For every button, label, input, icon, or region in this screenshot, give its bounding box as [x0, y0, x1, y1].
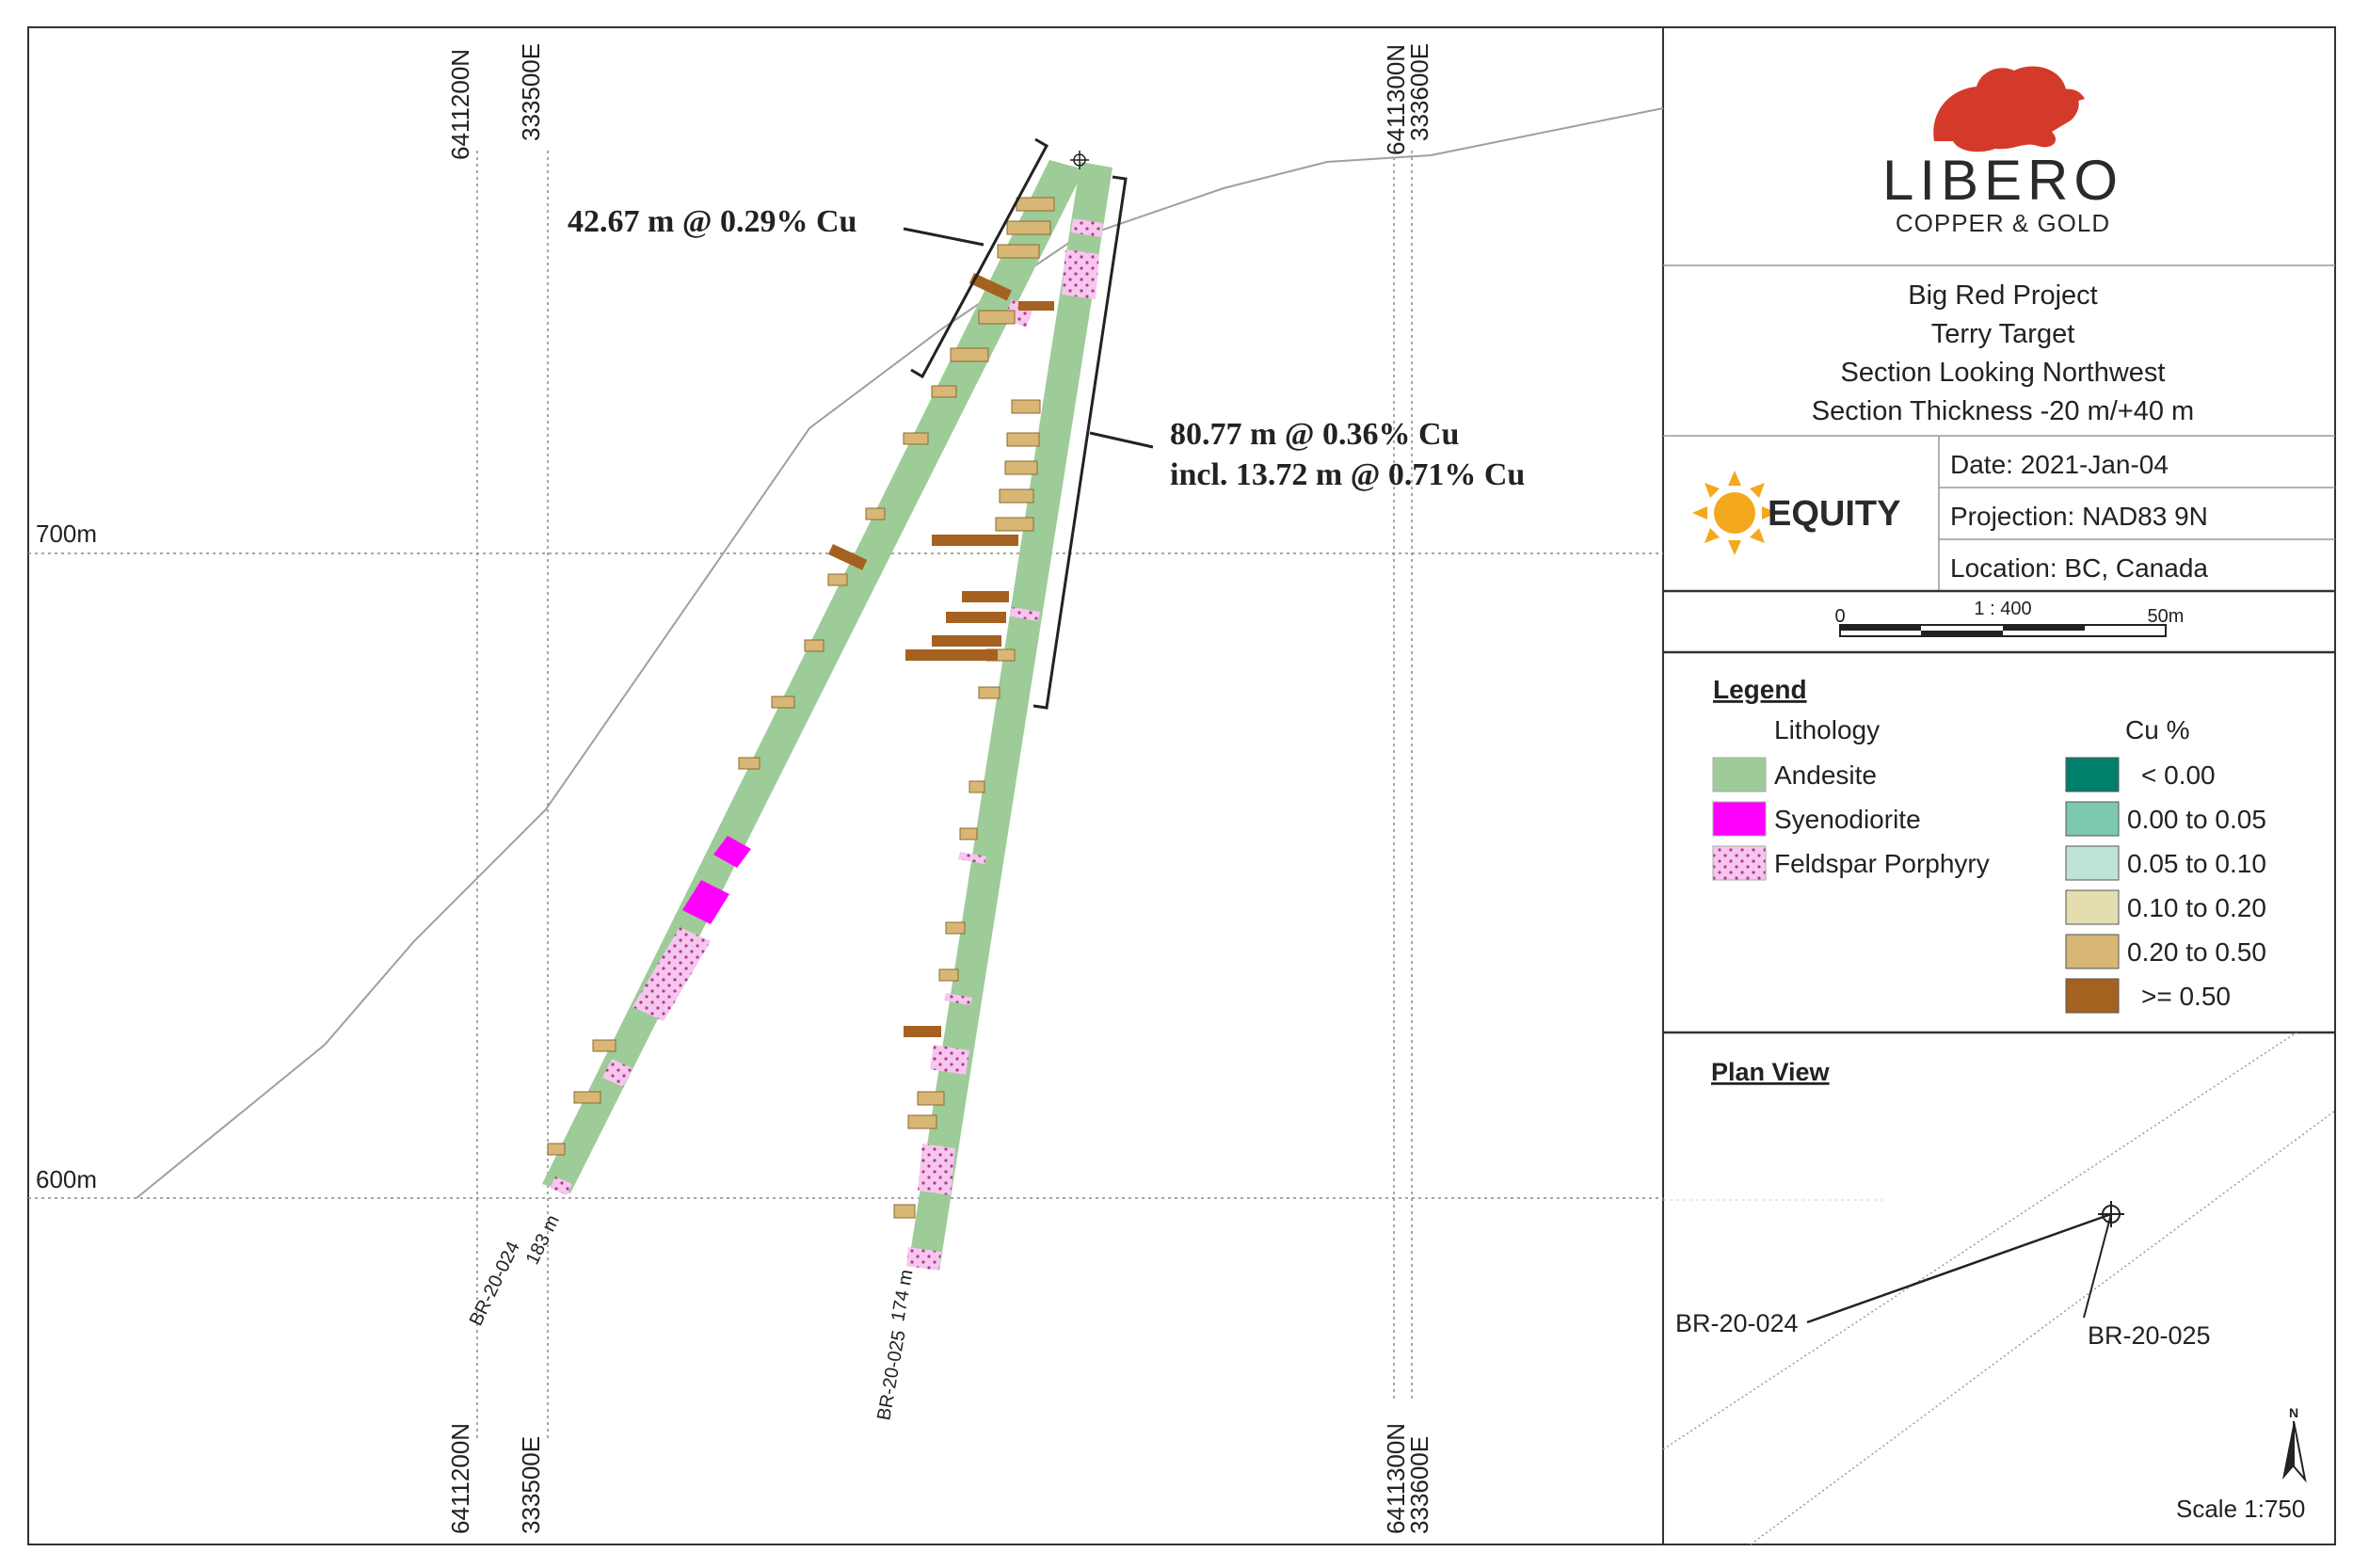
- legend-swatch-cu-0-005: [2065, 801, 2120, 837]
- legend-swatch-cu-010-020: [2065, 889, 2120, 925]
- section-view: Section Looking Northwest: [1841, 358, 2166, 388]
- br024-depth-label: 183 m: [522, 1212, 564, 1269]
- legend-swatch-feldspar-porphyry: [1712, 845, 1767, 881]
- plan-label-br-20-025: BR-20-025: [2088, 1321, 2211, 1350]
- legend-swatch-cu-005-010: [2065, 845, 2120, 881]
- scale-bar-start: 0: [1834, 606, 1845, 627]
- grid-lines: [28, 151, 1663, 1440]
- side-panel: LIBERO COPPER & GOLD Big Red Project Ter…: [1662, 66, 2336, 1545]
- plan-view: Plan View BR-20-024 BR-20-025 N Scale 1:…: [1662, 1032, 2336, 1545]
- scale-bar: 0 1 : 400 50m: [1834, 599, 2185, 637]
- map-frame: [27, 26, 2336, 1545]
- br024-hole-label: BR-20-024: [466, 1239, 524, 1330]
- section-panel: 6411200N 333500E 6411300N 333600E 641120…: [28, 43, 1664, 1534]
- lion-icon: [1933, 66, 2085, 152]
- lower-intercept-label-line1: 80.77 m @ 0.36% Cu: [1170, 417, 1459, 452]
- legend-label-cu-020-050: 0.20 to 0.50: [2127, 937, 2266, 967]
- grid-label-333600e-top: 333600E: [1405, 43, 1433, 141]
- lower-intercept-leader: [1089, 431, 1154, 449]
- map-location: Location: BC, Canada: [1950, 553, 2208, 583]
- map-date: Date: 2021-Jan-04: [1950, 450, 2169, 479]
- map-projection: Projection: NAD83 9N: [1950, 502, 2208, 531]
- lower-intercept-label-line2: incl. 13.72 m @ 0.71% Cu: [1170, 457, 1525, 492]
- plan-view-scale: Scale 1:750: [2176, 1495, 2305, 1523]
- legend-swatch-cu-020-050: [2065, 934, 2120, 969]
- upper-intercept-leader: [903, 227, 984, 247]
- scale-bar-ratio: 1 : 400: [1974, 599, 2031, 619]
- company-tagline: COPPER & GOLD: [1896, 209, 2110, 237]
- elevation-label-700m: 700m: [36, 520, 97, 548]
- section-figure: 6411200N 333500E 6411300N 333600E 641120…: [27, 26, 2336, 1545]
- grid-label-333500e-bottom: 333500E: [517, 1436, 545, 1534]
- target-name: Terry Target: [1931, 319, 2075, 349]
- section-thickness: Section Thickness -20 m/+40 m: [1812, 396, 2194, 426]
- elevation-label-600m: 600m: [36, 1165, 97, 1193]
- legend-swatch-andesite: [1712, 757, 1767, 792]
- grid-label-333600e-bottom: 333600E: [1405, 1436, 1433, 1534]
- legend-label-feldspar-porphyry: Feldspar Porphyry: [1774, 849, 1990, 878]
- br024-porphyry-interval: [632, 927, 711, 1021]
- legend: Legend Lithology Cu % Andesite Syenodior…: [1712, 675, 2266, 1014]
- plan-trace-br-20-024: [1806, 1212, 2112, 1324]
- equity-logo: EQUITY: [1692, 471, 1900, 555]
- legend-label-syenodiorite: Syenodiorite: [1774, 805, 1921, 834]
- br025-depth-label: 174 m: [888, 1268, 917, 1323]
- legend-label-cu-010-020: 0.10 to 0.20: [2127, 893, 2266, 922]
- legend-heading: Legend: [1713, 675, 1807, 704]
- grid-label-333500e-top: 333500E: [517, 43, 545, 141]
- north-label: N: [2289, 1405, 2298, 1420]
- legend-label-cu-005-010: 0.05 to 0.10: [2127, 849, 2266, 878]
- plan-trace-br-20-025: [2083, 1213, 2112, 1319]
- br025-cu-histogram: [893, 399, 1041, 1219]
- libero-logo: LIBERO COPPER & GOLD: [1882, 66, 2123, 237]
- plan-label-br-20-024: BR-20-024: [1675, 1309, 1799, 1337]
- br025-porphyry-interval: [1062, 249, 1099, 299]
- legend-label-cu-lt-0: < 0.00: [2141, 760, 2216, 790]
- north-arrow-icon: [2282, 1420, 2307, 1483]
- legend-swatch-syenodiorite: [1712, 801, 1767, 837]
- br025-porphyry-interval-7: [918, 1144, 955, 1195]
- upper-intercept-label: 42.67 m @ 0.29% Cu: [568, 204, 856, 239]
- legend-swatch-cu-lt-0: [2065, 757, 2120, 792]
- legend-label-cu-ge-050: >= 0.50: [2141, 982, 2231, 1011]
- plan-view-heading: Plan View: [1711, 1058, 1831, 1086]
- grid-label-6411200n-bottom: 6411200N: [446, 1423, 474, 1534]
- legend-swatch-cu-ge-050: [2065, 978, 2120, 1014]
- project-name: Big Red Project: [1908, 280, 2098, 311]
- grid-label-6411200n-top: 6411200N: [446, 49, 474, 160]
- topography-line: [136, 107, 1664, 1199]
- scale-bar-end: 50m: [2148, 606, 2185, 627]
- project-title-block: Big Red Project Terry Target Section Loo…: [1812, 280, 2194, 426]
- sun-icon: [1692, 471, 1777, 555]
- lithology-heading: Lithology: [1774, 715, 1880, 744]
- plan-collar-symbol: [2098, 1201, 2124, 1227]
- company-name: LIBERO: [1882, 149, 2123, 212]
- legend-label-andesite: Andesite: [1774, 760, 1877, 790]
- br025-hole-label: BR-20-025: [873, 1329, 909, 1422]
- partner-name: EQUITY: [1768, 494, 1900, 534]
- legend-label-cu-0-005: 0.00 to 0.05: [2127, 805, 2266, 834]
- cu-heading: Cu %: [2125, 715, 2189, 744]
